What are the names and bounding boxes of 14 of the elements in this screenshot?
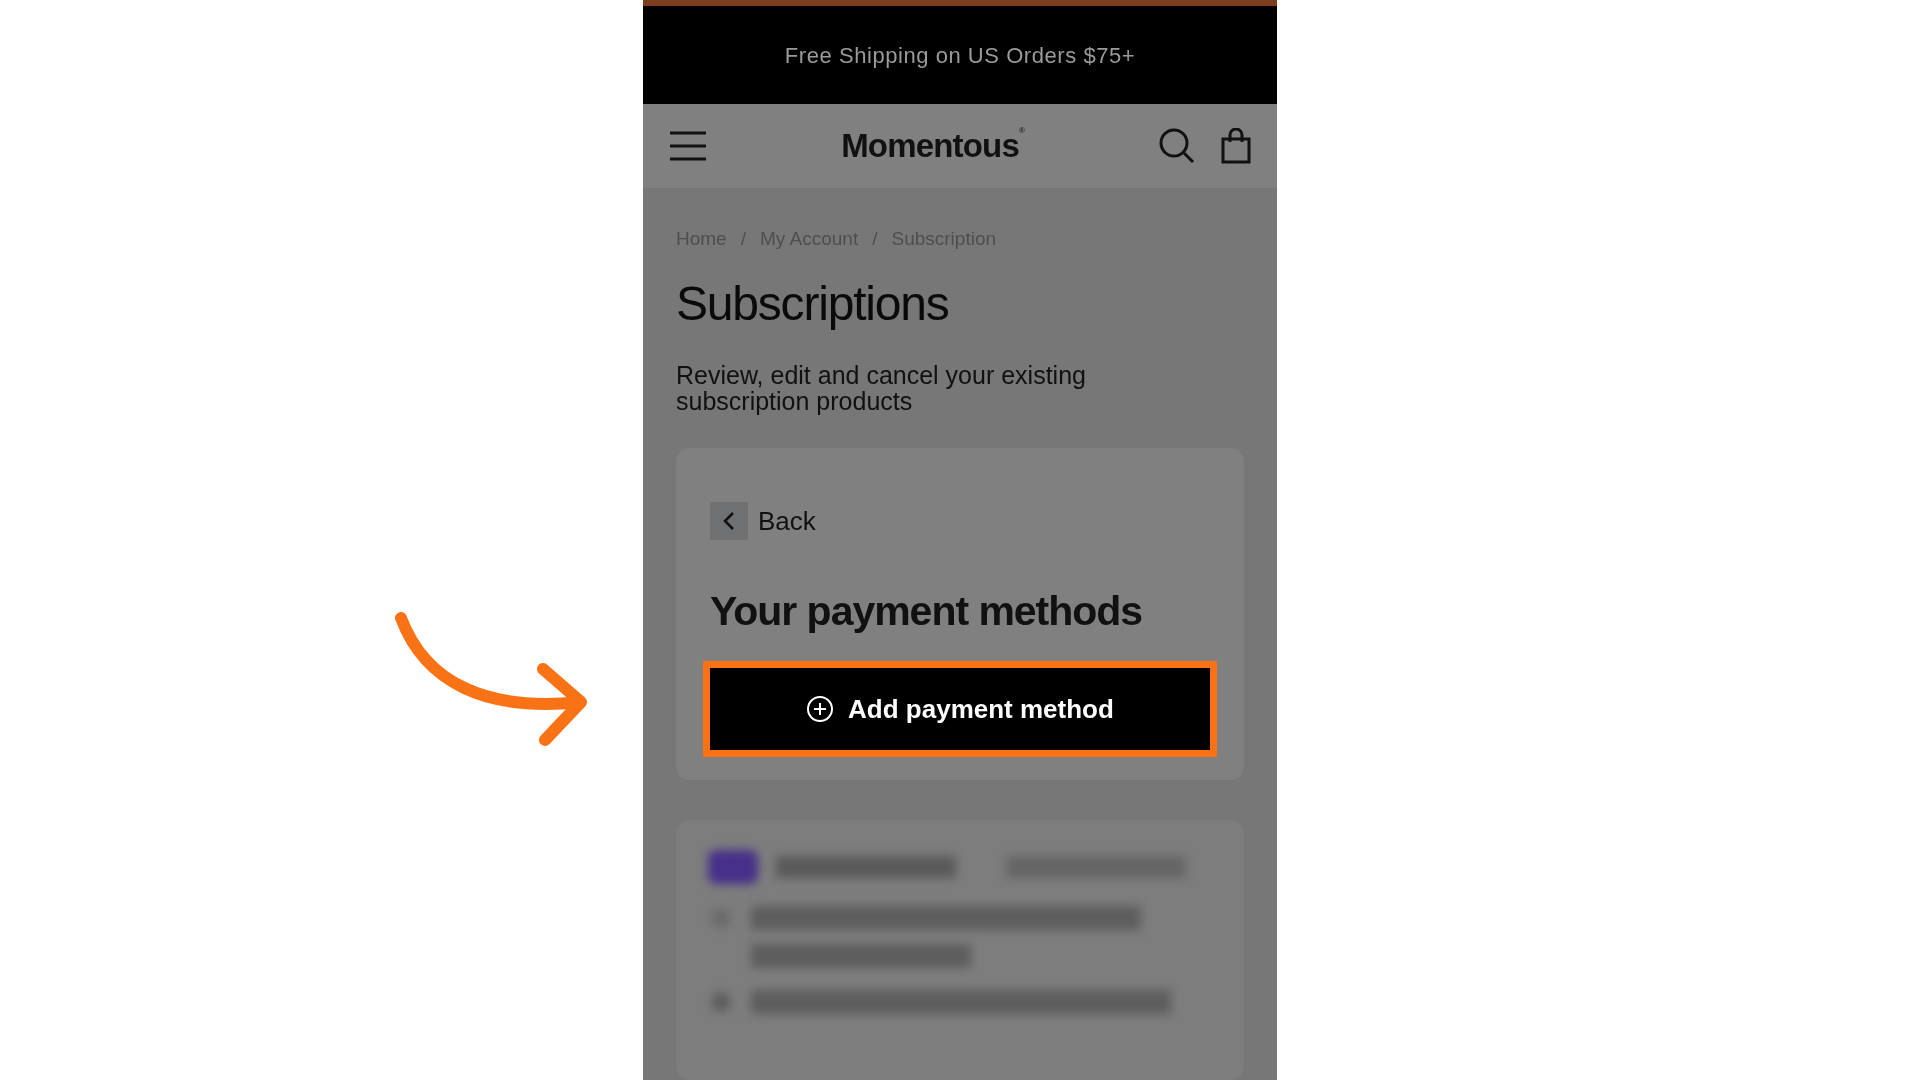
plus-circle-icon: [806, 695, 835, 723]
back-button[interactable]: [710, 502, 748, 540]
breadcrumb-separator: /: [740, 227, 746, 251]
section-title: Your payment methods: [710, 586, 1144, 636]
menu-icon[interactable]: [669, 131, 707, 162]
logo[interactable]: Momentous®: [841, 121, 1025, 171]
page-title: Subscriptions: [676, 275, 950, 332]
back-link[interactable]: Back: [758, 501, 816, 541]
announcement-text: Free Shipping on US Orders $75+: [784, 41, 1136, 70]
chevron-left-icon: [723, 511, 735, 531]
shopping-bag-icon[interactable]: [1221, 128, 1251, 165]
search-icon[interactable]: [1159, 128, 1195, 165]
page-description: Review, edit and cancel your existing subscription products: [676, 361, 1087, 414]
breadcrumb-separator: /: [872, 227, 878, 251]
